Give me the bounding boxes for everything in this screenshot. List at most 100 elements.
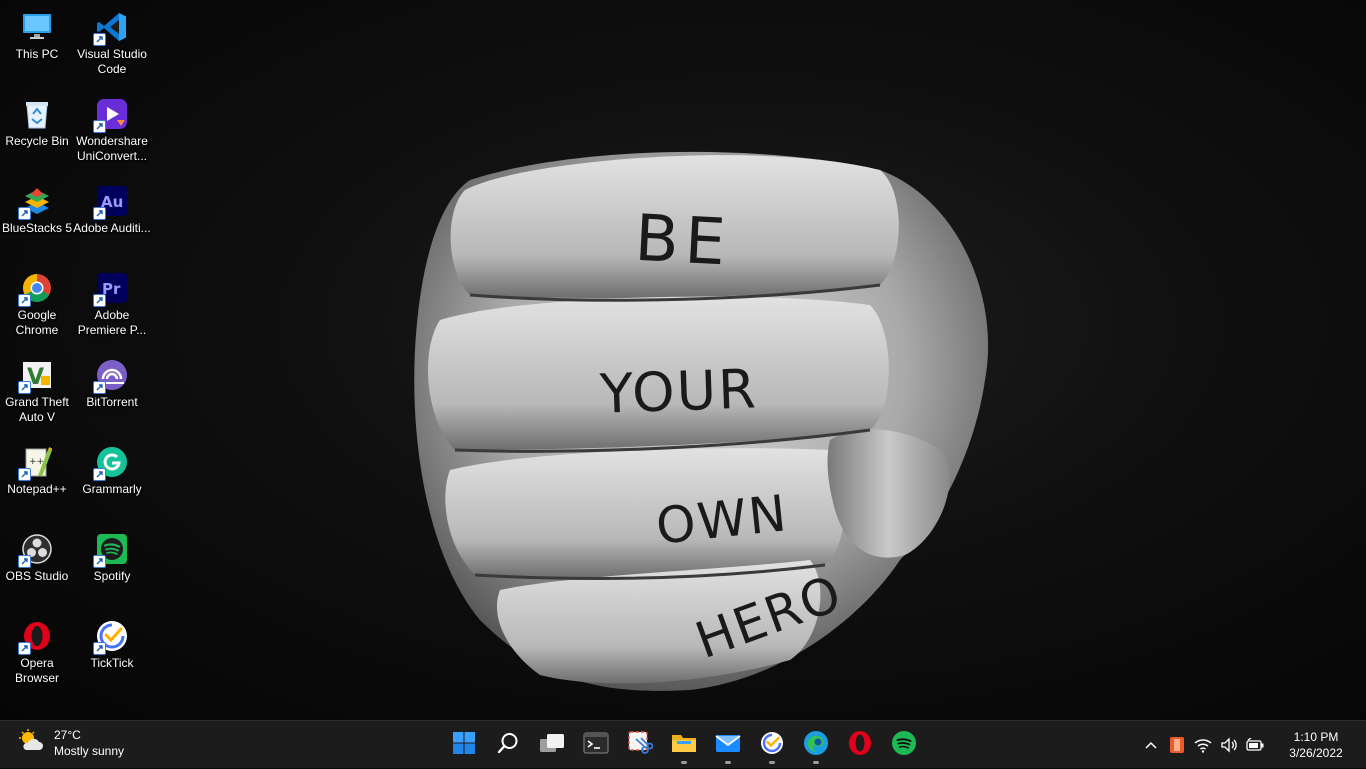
start-button[interactable] bbox=[442, 725, 486, 765]
svg-text:++: ++ bbox=[29, 457, 44, 467]
partly-sunny-icon bbox=[18, 728, 44, 759]
uniconverter-icon bbox=[93, 97, 129, 133]
gta-icon: V bbox=[18, 358, 54, 394]
desktop-icon-label: Notepad++ bbox=[7, 482, 67, 496]
desktop-icon-label: Spotify bbox=[93, 569, 131, 583]
desktop-icon-spotify[interactable]: Spotify bbox=[75, 526, 149, 610]
desktop-icon-this-pc[interactable]: This PC bbox=[0, 4, 74, 88]
desktop-icon-label: Grammarly bbox=[82, 482, 142, 496]
battery-icon[interactable] bbox=[1243, 733, 1267, 757]
desktop-icon-grid: This PC Recycle Bin BlueStacks 5 Google … bbox=[0, 0, 160, 720]
desktop-icon-label: Google Chrome bbox=[15, 308, 59, 337]
notepadpp-icon: ++ bbox=[18, 445, 54, 481]
weather-condition: Mostly sunny bbox=[54, 744, 125, 758]
taskbar-ticktick[interactable] bbox=[750, 725, 794, 765]
search-icon bbox=[496, 731, 520, 760]
chevron-up-icon[interactable] bbox=[1139, 733, 1163, 757]
taskbar-mail[interactable] bbox=[706, 725, 750, 765]
running-indicator bbox=[725, 761, 731, 764]
bluestacks-icon bbox=[18, 184, 54, 220]
bittorrent-icon bbox=[93, 358, 129, 394]
taskbar-pinned-apps bbox=[442, 721, 926, 769]
task-view-button[interactable] bbox=[530, 725, 574, 765]
system-tray: 1:10 PM 3/26/2022 bbox=[1138, 721, 1366, 769]
vscode-icon bbox=[93, 10, 129, 46]
shortcut-arrow-icon bbox=[93, 381, 106, 394]
recycle-bin-icon bbox=[20, 97, 54, 131]
desktop-icon-notepadpp[interactable]: ++ Notepad++ bbox=[0, 439, 74, 523]
desktop-icon-label: BlueStacks 5 bbox=[1, 221, 73, 235]
obs-icon bbox=[18, 532, 54, 568]
taskbar-spotify[interactable] bbox=[882, 725, 926, 765]
grammarly-icon bbox=[93, 445, 129, 481]
shortcut-arrow-icon bbox=[93, 555, 106, 568]
desktop-icon-adobe-audition[interactable]: Au Adobe Auditi... bbox=[73, 178, 151, 262]
opera-icon bbox=[18, 619, 54, 655]
wifi-icon[interactable] bbox=[1191, 733, 1215, 757]
shortcut-arrow-icon bbox=[18, 468, 31, 481]
office-icon[interactable] bbox=[1165, 733, 1189, 757]
desktop-icon-grammarly[interactable]: Grammarly bbox=[75, 439, 149, 523]
shortcut-arrow-icon bbox=[18, 294, 31, 307]
desktop-icon-opera-browser[interactable]: Opera Browser bbox=[0, 613, 74, 697]
desktop-icon-gta-v[interactable]: V Grand Theft Auto V bbox=[0, 352, 74, 436]
desktop-icon-label: OBS Studio bbox=[5, 569, 69, 583]
desktop-icon-label: TickTick bbox=[90, 656, 134, 670]
desktop-icon-label: Visual Studio Code bbox=[77, 47, 147, 76]
shortcut-arrow-icon bbox=[18, 555, 31, 568]
running-indicator bbox=[769, 761, 775, 764]
shortcut-arrow-icon bbox=[93, 468, 106, 481]
desktop-icon-label: Adobe Auditi... bbox=[73, 221, 151, 235]
desktop-icon-ticktick[interactable]: TickTick bbox=[75, 613, 149, 697]
desktop-icon-bluestacks[interactable]: BlueStacks 5 bbox=[0, 178, 74, 262]
chrome-icon bbox=[18, 271, 54, 307]
taskbar-clock[interactable]: 1:10 PM 3/26/2022 bbox=[1272, 729, 1360, 761]
taskbar-snipping-tool[interactable] bbox=[618, 725, 662, 765]
spotify-icon bbox=[891, 730, 917, 761]
weather-temperature: 27°C bbox=[54, 728, 81, 742]
desktop-icon-label: Wondershare UniConvert... bbox=[76, 134, 148, 163]
desktop-icon-label: Adobe Premiere P... bbox=[77, 308, 147, 337]
windows-start-icon bbox=[452, 731, 476, 760]
ticktick-icon bbox=[93, 619, 129, 655]
shortcut-arrow-icon bbox=[93, 33, 106, 46]
terminal-icon bbox=[583, 732, 609, 759]
taskbar-terminal[interactable] bbox=[574, 725, 618, 765]
shortcut-arrow-icon bbox=[18, 642, 31, 655]
desktop-icon-recycle-bin[interactable]: Recycle Bin bbox=[0, 91, 74, 175]
shortcut-arrow-icon bbox=[93, 207, 106, 220]
opera-icon bbox=[848, 730, 872, 761]
wallpaper-word-your: YOUR bbox=[598, 357, 759, 425]
volume-icon[interactable] bbox=[1217, 733, 1241, 757]
mail-icon bbox=[715, 732, 741, 759]
clock-time: 1:10 PM bbox=[1293, 730, 1339, 744]
edge-icon bbox=[803, 730, 829, 761]
desktop-icon-label: Opera Browser bbox=[14, 656, 59, 685]
desktop-icon-adobe-premiere[interactable]: Pr Adobe Premiere P... bbox=[75, 265, 149, 349]
spotify-icon bbox=[93, 532, 129, 568]
desktop-icon-label: Grand Theft Auto V bbox=[5, 395, 69, 424]
taskbar: 27°C Mostly sunny 1:10 PM 3/26/2022 bbox=[0, 720, 1366, 768]
wallpaper-fist-image: BE YOUR OWN HERO bbox=[414, 151, 989, 691]
weather-widget[interactable]: 27°C Mostly sunny bbox=[18, 727, 124, 759]
running-indicator bbox=[681, 761, 687, 764]
search-button[interactable] bbox=[486, 725, 530, 765]
wallpaper-word-be: BE bbox=[633, 202, 733, 281]
premiere-icon: Pr bbox=[93, 271, 129, 307]
desktop-icon-bittorrent[interactable]: BitTorrent bbox=[75, 352, 149, 436]
desktop-icon-google-chrome[interactable]: Google Chrome bbox=[0, 265, 74, 349]
shortcut-arrow-icon bbox=[93, 642, 106, 655]
taskbar-edge[interactable] bbox=[794, 725, 838, 765]
shortcut-arrow-icon bbox=[18, 207, 31, 220]
monitor-icon bbox=[20, 10, 54, 44]
desktop-icon-obs-studio[interactable]: OBS Studio bbox=[0, 526, 74, 610]
desktop-icon-wondershare[interactable]: Wondershare UniConvert... bbox=[75, 91, 149, 175]
desktop: BE YOUR OWN HERO This PC Recycle Bin Blu… bbox=[0, 0, 1366, 720]
running-indicator bbox=[813, 761, 819, 764]
shortcut-arrow-icon bbox=[93, 294, 106, 307]
desktop-icon-label: This PC bbox=[15, 47, 59, 61]
taskbar-file-explorer[interactable] bbox=[662, 725, 706, 765]
folder-icon bbox=[671, 732, 697, 759]
taskbar-opera[interactable] bbox=[838, 725, 882, 765]
desktop-icon-vscode[interactable]: Visual Studio Code bbox=[75, 4, 149, 88]
